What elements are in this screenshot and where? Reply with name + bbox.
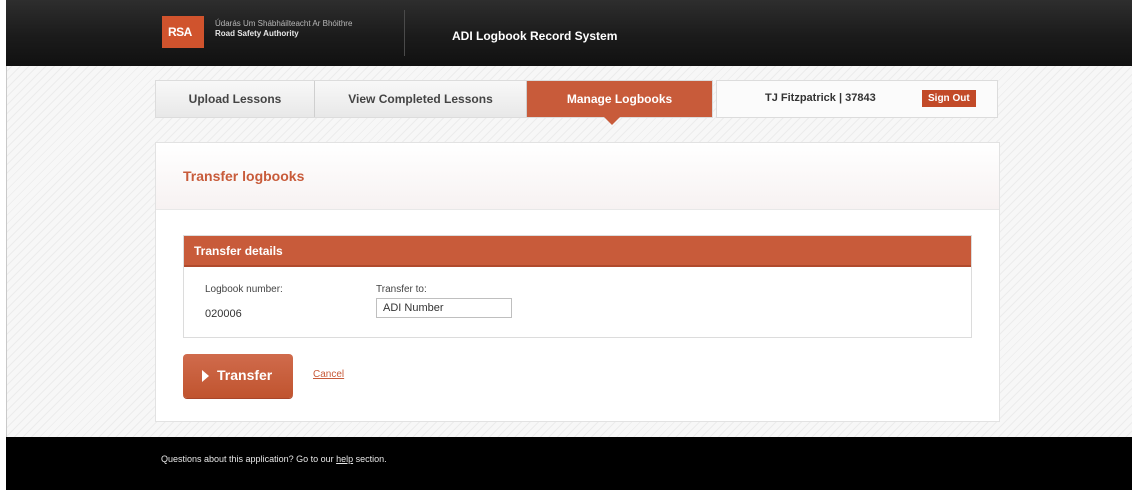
- transfer-details-header: Transfer details: [184, 236, 971, 267]
- logo-text: RSA: [168, 25, 192, 39]
- user-name: TJ Fitzpatrick | 37843: [765, 92, 876, 104]
- header-divider: [404, 10, 405, 56]
- active-tab-pointer: [603, 116, 621, 125]
- tab-view-completed-lessons[interactable]: View Completed Lessons: [315, 81, 527, 117]
- user-box: TJ Fitzpatrick | 37843 Sign Out: [716, 80, 998, 118]
- rsa-logo[interactable]: RSA: [162, 16, 204, 48]
- footer-text-after: section.: [353, 454, 387, 464]
- org-english-name: Road Safety Authority: [215, 29, 299, 38]
- cancel-link[interactable]: Cancel: [313, 369, 344, 380]
- adi-number-input[interactable]: [376, 298, 512, 318]
- main-panel: Transfer logbooks Transfer details Logbo…: [155, 142, 1000, 422]
- page-title: Transfer logbooks: [183, 168, 305, 184]
- transfer-details-title: Transfer details: [194, 244, 283, 258]
- footer-text-before: Questions about this application? Go to …: [161, 454, 337, 464]
- transfer-button-label: Transfer: [217, 367, 273, 383]
- site-footer: Questions about this application? Go to …: [6, 437, 1132, 490]
- sign-out-button[interactable]: Sign Out: [922, 90, 976, 107]
- app-title: ADI Logbook Record System: [452, 29, 618, 43]
- tab-upload-lessons[interactable]: Upload Lessons: [156, 81, 315, 117]
- transfer-details-box: Transfer details Logbook number: 020006 …: [183, 235, 972, 338]
- play-arrow-icon: [202, 370, 209, 382]
- main-nav: Upload Lessons View Completed Lessons Ma…: [155, 80, 713, 118]
- tab-manage-logbooks[interactable]: Manage Logbooks: [527, 81, 712, 117]
- transfer-button[interactable]: Transfer: [183, 354, 293, 398]
- org-irish-name: Údarás Um Shábháilteacht Ar Bhóithre: [215, 19, 353, 28]
- transfer-to-label: Transfer to:: [376, 284, 427, 295]
- footer-text: Questions about this application? Go to …: [161, 454, 387, 464]
- help-link[interactable]: help: [336, 454, 353, 464]
- logbook-number-value: 020006: [205, 308, 242, 320]
- organisation-name: Údarás Um Shábháilteacht Ar Bhóithre Roa…: [215, 19, 352, 39]
- panel-header: Transfer logbooks: [156, 143, 999, 210]
- site-header: RSA Údarás Um Shábháilteacht Ar Bhóithre…: [6, 0, 1132, 66]
- logbook-number-label: Logbook number:: [205, 284, 283, 295]
